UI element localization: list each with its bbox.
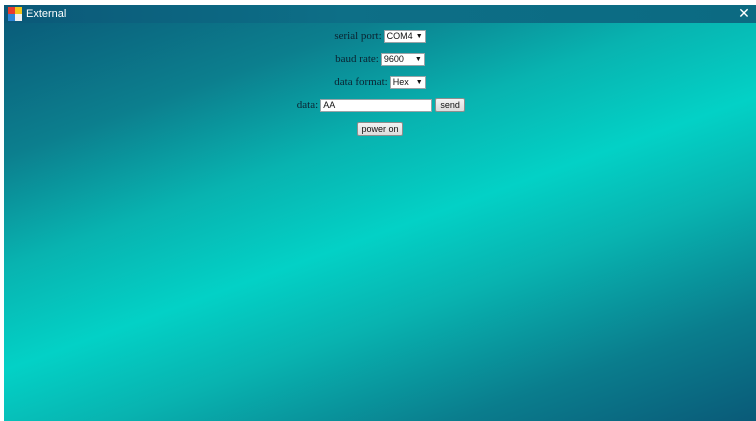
data-format-row: data format: Hex ▼: [4, 74, 756, 90]
close-icon[interactable]: ✕: [736, 5, 752, 23]
app-logo-icon: [8, 7, 22, 21]
dropdown-arrow-icon: ▼: [415, 78, 423, 86]
baud-rate-row: baud rate: 9600 ▼: [4, 51, 756, 67]
send-button[interactable]: send: [435, 98, 466, 112]
serial-port-select[interactable]: COM4 ▼: [383, 29, 426, 43]
window-title: External: [26, 8, 67, 20]
dropdown-arrow-icon: ▼: [414, 55, 422, 63]
power-row: power on: [4, 121, 756, 137]
power-on-button[interactable]: power on: [357, 122, 403, 136]
data-format-value: Hex: [392, 77, 409, 87]
data-format-select[interactable]: Hex ▼: [389, 75, 426, 89]
serial-port-row: serial port: COM4 ▼: [4, 28, 756, 44]
serial-port-value: COM4: [386, 31, 413, 41]
data-format-label: data format:: [334, 76, 388, 88]
dropdown-arrow-icon: ▼: [415, 32, 423, 40]
data-input[interactable]: [320, 98, 433, 112]
data-label: data:: [296, 99, 319, 111]
baud-rate-select[interactable]: 9600 ▼: [380, 52, 425, 66]
baud-rate-value: 9600: [383, 54, 404, 64]
app-window: External ✕ serial port: COM4 ▼ baud rate…: [4, 5, 756, 421]
serial-port-label: serial port:: [334, 30, 382, 42]
baud-rate-label: baud rate:: [335, 53, 379, 65]
data-row: data: send: [4, 97, 756, 113]
title-bar[interactable]: External ✕: [4, 5, 756, 23]
